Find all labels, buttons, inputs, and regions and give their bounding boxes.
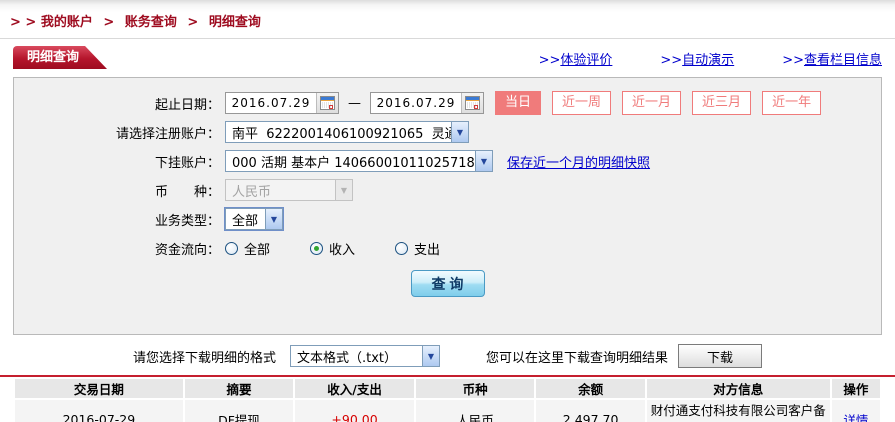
download-hint-label: 您可以在这里下载查询明细结果 [486, 350, 669, 366]
link-experience-evaluation[interactable]: >>体验评价 [539, 49, 613, 68]
breadcrumb-item-account-query[interactable]: 账务查询 [125, 15, 177, 30]
sub-account-label: 下挂账户： [154, 155, 220, 171]
cell-amount: +90.00 [295, 400, 414, 422]
date-from-input[interactable]: 2016.07.29 [225, 92, 339, 114]
cell-currency: 人民币 [415, 400, 535, 422]
download-format-label: 请您选择下载明细的格式 [132, 350, 276, 366]
register-account-row: 请选择注册账户： 南平 6222001406100921065 灵通卡 ▼ [14, 120, 881, 144]
calendar-icon[interactable] [316, 93, 338, 113]
quick-range-3months-button[interactable]: 近三月 [692, 91, 752, 115]
quick-range-today-button[interactable]: 当日 [495, 91, 542, 115]
sub-account-select[interactable]: 000 活期 基本户 1406600101102571848 ▼ [225, 150, 493, 172]
breadcrumb-separator: > [103, 15, 115, 30]
date-separator: — [348, 95, 361, 111]
table-row: 2016-07-29 DF提现 +90.00 人民币 2,497.70 财付通支… [15, 400, 880, 422]
col-trade-date: 交易日期 [15, 379, 183, 398]
tab-row: 明细查询 >>体验评价 >>自动演示 >>查看栏目信息 [0, 46, 895, 77]
quick-range-week-button[interactable]: 近一周 [552, 91, 612, 115]
transactions-table: 交易日期 摘要 收入/支出 币种 余额 对方信息 操作 2016-07-29 D… [13, 377, 882, 422]
download-button[interactable]: 下载 [678, 344, 763, 368]
chevron-down-icon: ▼ [451, 122, 468, 142]
register-account-select[interactable]: 南平 6222001406100921065 灵通卡 ▼ [225, 121, 469, 143]
business-type-select[interactable]: 全部 ▼ [225, 208, 283, 230]
radio-icon [225, 241, 238, 255]
col-counterparty: 对方信息 [646, 379, 830, 398]
sub-account-row: 下挂账户： 000 活期 基本户 1406600101102571848 ▼ 保… [14, 149, 881, 173]
link-auto-demo[interactable]: >>自动演示 [660, 49, 734, 68]
radio-checked-icon [310, 241, 324, 255]
col-amount: 收入/支出 [295, 379, 414, 398]
flow-radio-expense[interactable]: 支出 [395, 239, 440, 258]
fund-flow-row: 资金流向： 全部 收入 支出 [14, 236, 881, 260]
calendar-icon[interactable] [461, 93, 483, 113]
business-type-label: 业务类型： [154, 213, 220, 229]
detail-link[interactable]: 详情 [843, 413, 868, 422]
date-range-row: 起止日期： 2016.07.29 — 2016.07.29 当日 近一周 近一月… [14, 91, 881, 115]
cell-trade-date: 2016-07-29 [15, 400, 183, 422]
chevron-down-icon: ▼ [335, 180, 352, 200]
currency-label: 币 种： [154, 184, 220, 200]
currency-row: 币 种： 人民币 ▼ [14, 178, 881, 202]
table-header-row: 交易日期 摘要 收入/支出 币种 余额 对方信息 操作 [15, 379, 880, 398]
quick-range-month-button[interactable]: 近一月 [622, 91, 682, 115]
radio-icon [395, 241, 409, 255]
cell-balance: 2,497.70 [536, 400, 645, 422]
breadcrumb-item-detail-query[interactable]: 明细查询 [209, 15, 261, 30]
download-row: 请您选择下载明细的格式 文本格式（.txt） ▼ 您可以在这里下载查询明细结果 … [0, 344, 895, 368]
chevron-down-icon: ▼ [265, 209, 282, 229]
query-button-row: 查 询 [14, 270, 881, 297]
breadcrumb-separator: > [187, 15, 199, 30]
detail-query-page: > > 我的账户 > 账务查询 > 明细查询 明细查询 >>体验评价 >>自动演… [0, 0, 895, 422]
flow-radio-income[interactable]: 收入 [310, 239, 355, 258]
date-to-input[interactable]: 2016.07.29 [370, 92, 484, 114]
business-type-row: 业务类型： 全部 ▼ [14, 207, 881, 231]
breadcrumb-prefix: > > [10, 15, 37, 30]
cell-summary: DF提现 [184, 400, 294, 422]
date-range-label: 起止日期： [154, 97, 220, 113]
header-links: >>体验评价 >>自动演示 >>查看栏目信息 [539, 49, 882, 68]
col-action: 操作 [831, 379, 880, 398]
download-format-select[interactable]: 文本格式（.txt） ▼ [290, 345, 440, 367]
divider [0, 38, 895, 39]
flow-radio-all[interactable]: 全部 [225, 239, 270, 258]
query-button[interactable]: 查 询 [410, 270, 485, 297]
currency-select-disabled: 人民币 ▼ [225, 179, 353, 201]
link-view-column-info[interactable]: >>查看栏目信息 [782, 49, 882, 68]
col-summary: 摘要 [184, 379, 294, 398]
register-account-label: 请选择注册账户： [115, 126, 220, 142]
chevron-down-icon: ▼ [475, 151, 492, 171]
breadcrumb-item-my-account[interactable]: 我的账户 [41, 15, 93, 30]
col-currency: 币种 [415, 379, 535, 398]
tab-detail-query[interactable]: 明细查询 [13, 46, 107, 69]
save-monthly-snapshot-link[interactable]: 保存近一个月的明细快照 [507, 152, 650, 171]
query-form: 起止日期： 2016.07.29 — 2016.07.29 当日 近一周 近一月… [13, 77, 882, 335]
fund-flow-label: 资金流向： [154, 242, 220, 258]
chevron-down-icon: ▼ [422, 346, 439, 366]
breadcrumb: > > 我的账户 > 账务查询 > 明细查询 [0, 0, 895, 30]
cell-counterparty: 财付通支付科技有限公司客户备付金 [646, 400, 830, 422]
col-balance: 余额 [536, 379, 645, 398]
quick-range-year-button[interactable]: 近一年 [762, 91, 822, 115]
